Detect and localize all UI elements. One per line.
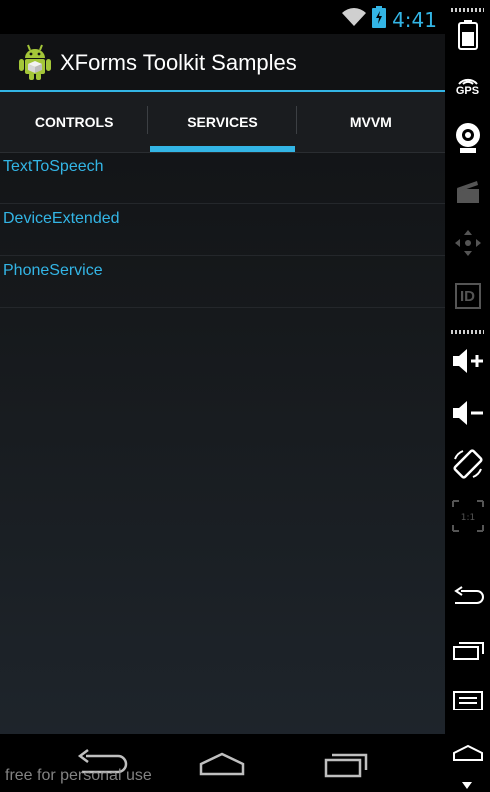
volume-up-icon[interactable]: [445, 344, 490, 378]
status-bar: 4:41: [0, 0, 445, 34]
scroll-down-icon[interactable]: [462, 782, 472, 789]
dpad-icon[interactable]: [445, 226, 490, 260]
wifi-icon: [342, 7, 367, 32]
id-label: ID: [460, 287, 475, 305]
list-item-label: PhoneService: [3, 262, 103, 279]
scale-icon[interactable]: 1:1: [445, 498, 490, 534]
camera-icon[interactable]: [445, 120, 490, 156]
back-icon[interactable]: [445, 582, 490, 610]
app-title: XForms Toolkit Samples: [60, 50, 297, 75]
gps-button[interactable]: GPS: [445, 70, 490, 102]
volume-down-icon[interactable]: [445, 396, 490, 430]
panel-divider: [451, 8, 484, 12]
battery-charging-icon: [372, 6, 387, 33]
status-time: 4:41: [392, 7, 437, 32]
tab-controls[interactable]: CONTROLS: [0, 92, 149, 152]
recents-icon[interactable]: [445, 636, 490, 664]
list-item-deviceextended[interactable]: DeviceExtended: [0, 204, 445, 256]
tab-label: MVVM: [349, 114, 392, 130]
list-item-label: DeviceExtended: [3, 210, 120, 227]
id-button[interactable]: ID: [445, 280, 490, 312]
watermark-text: free for personal use: [5, 767, 152, 784]
scale-label: 1:1: [460, 513, 474, 523]
video-icon[interactable]: [445, 176, 490, 208]
device-screen: 4:41 XForms Toolkit Samples CONTROLS SER…: [0, 0, 445, 792]
tab-services[interactable]: SERVICES: [148, 92, 297, 152]
action-bar: XForms Toolkit Samples: [0, 34, 445, 90]
list-item-phoneservice[interactable]: PhoneService: [0, 256, 445, 308]
gps-icon: [457, 78, 478, 85]
menu-icon[interactable]: [445, 688, 490, 712]
emulator-control-panel: GPS ID 1:1: [445, 0, 490, 792]
tab-label: CONTROLS: [34, 114, 114, 130]
home-icon[interactable]: [192, 748, 252, 780]
gps-label: GPS: [455, 85, 480, 97]
list-item-label: TextToSpeech: [3, 158, 104, 175]
panel-divider: [451, 330, 484, 334]
tab-mvvm[interactable]: MVVM: [297, 92, 445, 152]
list-item-texttospeech[interactable]: TextToSpeech: [0, 152, 445, 204]
android-icon[interactable]: [16, 43, 54, 81]
battery-icon[interactable]: [445, 18, 490, 52]
services-list: TextToSpeech DeviceExtended PhoneService: [0, 152, 445, 308]
home-icon[interactable]: [445, 740, 490, 764]
rotate-icon[interactable]: [445, 446, 490, 482]
recents-icon[interactable]: [316, 748, 376, 780]
tab-bar: CONTROLS SERVICES MVVM: [0, 92, 445, 153]
id-icon: ID: [454, 283, 481, 309]
tab-label: SERVICES: [187, 114, 258, 130]
